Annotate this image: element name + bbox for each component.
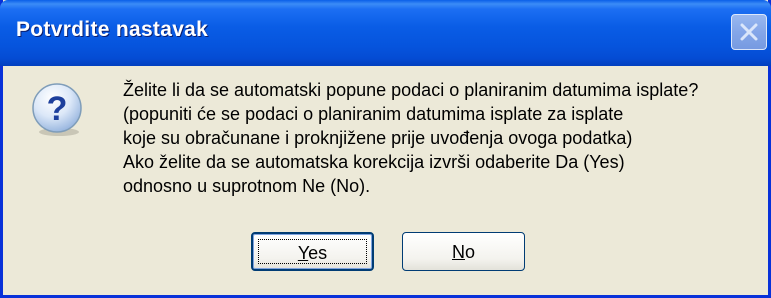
close-icon bbox=[740, 23, 758, 41]
title-bar[interactable]: Potvrdite nastavak bbox=[0, 0, 771, 66]
yes-button[interactable]: Yes bbox=[251, 232, 374, 271]
close-button[interactable] bbox=[731, 14, 767, 50]
confirm-dialog: Potvrdite nastavak ? Želite li da se aut… bbox=[0, 0, 771, 298]
question-icon: ? bbox=[32, 83, 82, 136]
dialog-title: Potvrdite nastavak bbox=[16, 18, 209, 41]
no-button[interactable]: No bbox=[402, 232, 525, 271]
svg-text:?: ? bbox=[47, 90, 68, 128]
yes-button-label: Yes bbox=[297, 243, 328, 263]
no-button-label: No bbox=[451, 242, 475, 262]
dialog-message: Želite li da se automatski popune podaci… bbox=[123, 80, 699, 196]
